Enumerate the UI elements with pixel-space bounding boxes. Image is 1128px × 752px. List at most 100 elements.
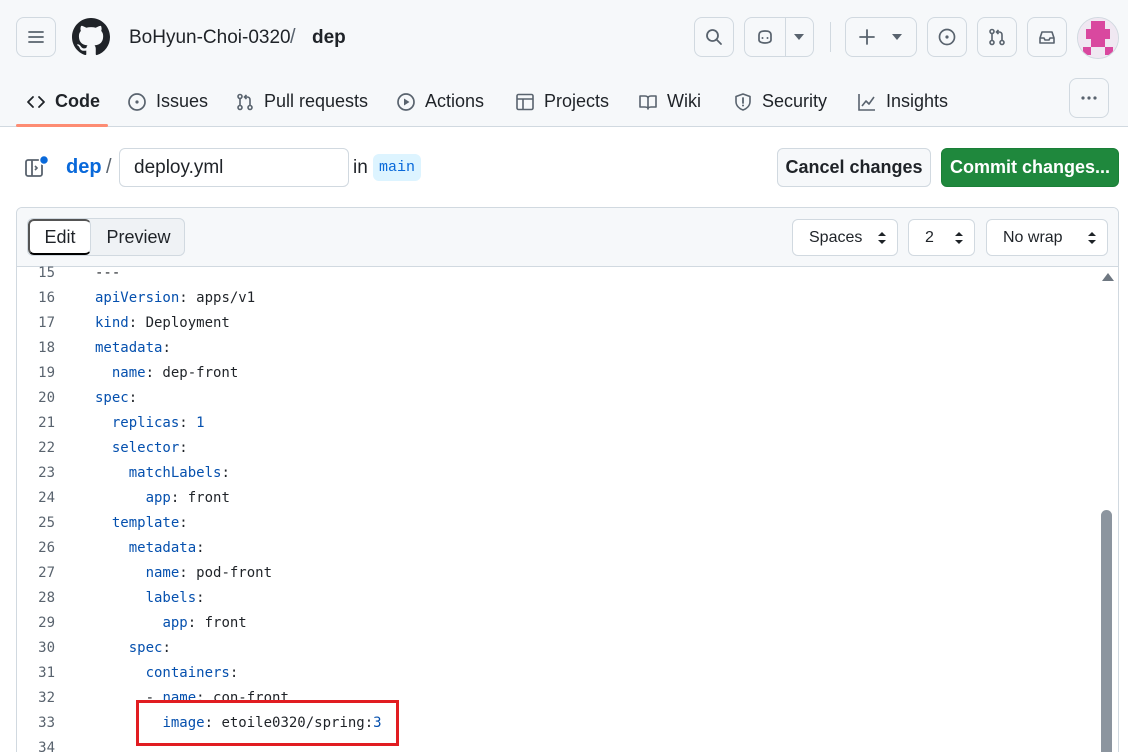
code-line[interactable]: 25 template:: [17, 511, 1097, 536]
tab-code-label: Code: [55, 91, 100, 111]
top-bar: BoHyun-Choi-0320 / dep: [0, 0, 1128, 76]
line-text: spec:: [95, 386, 137, 411]
code-content[interactable]: 15 --- 16 apiVersion: apps/v1 17 kind: Deploy…: [17, 265, 1118, 752]
yaml-number: 1: [196, 415, 205, 431]
line-text: labels:: [95, 586, 205, 611]
indent-size-select[interactable]: 2: [908, 219, 975, 256]
tab-wiki[interactable]: Wiki: [638, 76, 701, 127]
code-line[interactable]: 15 ---: [17, 261, 1097, 286]
cancel-changes-button[interactable]: Cancel changes: [777, 148, 931, 187]
breadcrumb-owner[interactable]: BoHyun-Choi-0320: [129, 27, 291, 49]
yaml-value: :: [221, 465, 230, 481]
issues-button[interactable]: [927, 17, 967, 57]
yaml-value: : Deployment: [128, 315, 230, 331]
scrollbar-thumb[interactable]: [1101, 510, 1112, 752]
tab-projects[interactable]: Projects: [515, 76, 609, 127]
copilot-button[interactable]: [744, 17, 814, 57]
tab-actions-label: Actions: [425, 91, 485, 111]
code-line[interactable]: 29 app: front: [17, 611, 1097, 636]
tab-issues[interactable]: Issues: [127, 76, 208, 127]
yaml-key: app: [145, 490, 171, 506]
commit-changes-button[interactable]: Commit changes...: [941, 148, 1119, 187]
code-line[interactable]: 18 metadata:: [17, 336, 1097, 361]
filename-input[interactable]: [119, 148, 349, 187]
line-text: name: pod-front: [95, 561, 272, 586]
git-pull-request-icon: [989, 28, 1005, 46]
line-number: 31: [38, 665, 55, 681]
scroll-up-arrow-icon[interactable]: [1102, 273, 1114, 281]
search-icon: [706, 29, 722, 45]
branch-in-label: in: [353, 157, 368, 178]
edit-preview-toggle: Edit Preview: [27, 218, 185, 256]
code-line[interactable]: 19 name: dep-front: [17, 361, 1097, 386]
indent-mode-select[interactable]: Spaces: [792, 219, 898, 256]
line-text: app: front: [95, 486, 230, 511]
line-number: 19: [38, 365, 55, 381]
create-new-button[interactable]: [845, 17, 917, 57]
tab-insights[interactable]: Insights: [857, 76, 948, 127]
active-tab-indicator: [16, 124, 108, 127]
triangle-down-icon[interactable]: [794, 33, 804, 41]
hamburger-icon: [28, 31, 44, 43]
line-text: app: front: [95, 611, 246, 636]
tab-issues-label: Issues: [156, 91, 209, 111]
yaml-value: :: [229, 665, 239, 681]
tab-code[interactable]: Code: [26, 76, 100, 127]
code-line[interactable]: 23 matchLabels:: [17, 461, 1097, 486]
code-line[interactable]: 17 kind: Deployment: [17, 311, 1097, 336]
tab-security[interactable]: Security: [733, 76, 827, 127]
breadcrumb-separator: /: [290, 26, 296, 48]
line-text: spec:: [95, 636, 171, 661]
yaml-key: containers: [145, 665, 230, 681]
code-icon: [27, 95, 45, 108]
code-line[interactable]: 22 selector:: [17, 436, 1097, 461]
indent-mode-value: Spaces: [809, 228, 863, 246]
preview-tab[interactable]: Preview: [92, 219, 184, 255]
tab-pull-requests[interactable]: Pull requests: [235, 76, 368, 127]
yaml-key: labels: [145, 590, 197, 606]
select-caret-icon: [1088, 232, 1096, 244]
code-line[interactable]: 30 spec:: [17, 636, 1097, 661]
path-repo-link[interactable]: dep: [66, 156, 102, 179]
line-text: name: dep-front: [95, 361, 238, 386]
pull-requests-button[interactable]: [977, 17, 1017, 57]
inbox-button[interactable]: [1027, 17, 1067, 57]
git-pull-request-icon: [237, 93, 253, 110]
annotation-highlight-box: [136, 700, 399, 746]
wrap-mode-select[interactable]: No wrap: [986, 219, 1108, 256]
menu-button[interactable]: [16, 17, 56, 57]
sidebar-expand-icon[interactable]: [24, 156, 48, 180]
code-line[interactable]: 28 labels:: [17, 586, 1097, 611]
line-text: ---: [95, 261, 120, 286]
line-text: metadata:: [95, 536, 205, 561]
tab-actions[interactable]: Actions: [396, 76, 484, 127]
code-line[interactable]: 26 metadata:: [17, 536, 1097, 561]
line-number: 22: [38, 440, 55, 456]
line-number: 26: [38, 540, 55, 556]
code-line[interactable]: 24 app: front: [17, 486, 1097, 511]
code-line[interactable]: 21 replicas: 1: [17, 411, 1097, 436]
shield-icon: [735, 92, 751, 111]
inbox-icon: [1039, 31, 1055, 44]
more-options-button[interactable]: [1069, 78, 1109, 118]
breadcrumb-repo[interactable]: dep: [312, 27, 346, 49]
plus-icon: [859, 29, 875, 45]
github-logo-icon[interactable]: [72, 18, 110, 56]
search-button[interactable]: [694, 17, 734, 57]
issue-opened-icon: [938, 28, 956, 46]
code-line[interactable]: 27 name: pod-front: [17, 561, 1097, 586]
repo-nav: Code Issues Pull requests Actions Projec…: [0, 76, 1128, 127]
line-number: 15: [38, 265, 55, 281]
code-line[interactable]: 31 containers:: [17, 661, 1097, 686]
line-text: replicas: 1: [95, 411, 205, 436]
line-number: 33: [38, 715, 55, 731]
code-line[interactable]: 16 apiVersion: apps/v1: [17, 286, 1097, 311]
yaml-key: kind: [95, 315, 129, 331]
code-line[interactable]: 20 spec:: [17, 386, 1097, 411]
user-avatar[interactable]: [1077, 17, 1119, 59]
edit-tab[interactable]: Edit: [28, 219, 91, 255]
